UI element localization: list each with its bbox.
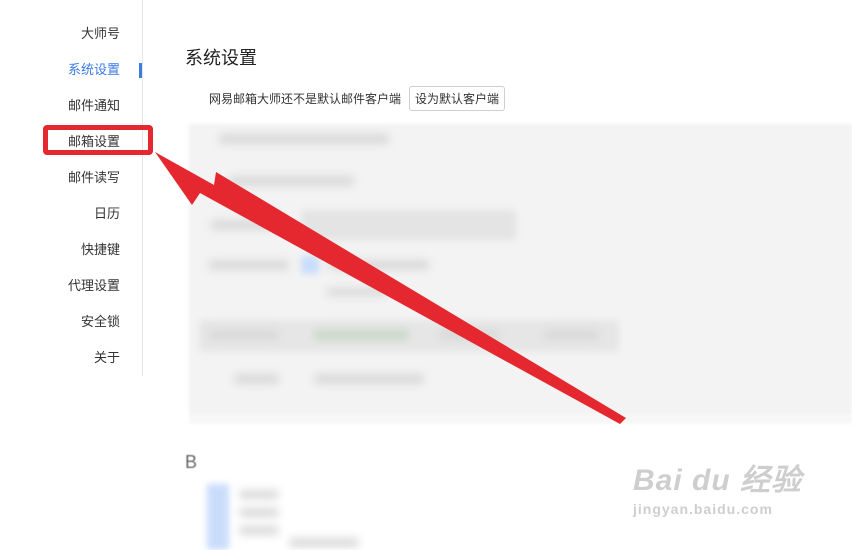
watermark-url: jingyan.baidu.com xyxy=(632,501,773,517)
watermark-logo: Bai du 经验 xyxy=(632,464,802,497)
arrow-shape xyxy=(155,152,626,424)
baidu-jingyan-watermark: Bai du 经验 jingyan.baidu.com xyxy=(633,455,802,517)
